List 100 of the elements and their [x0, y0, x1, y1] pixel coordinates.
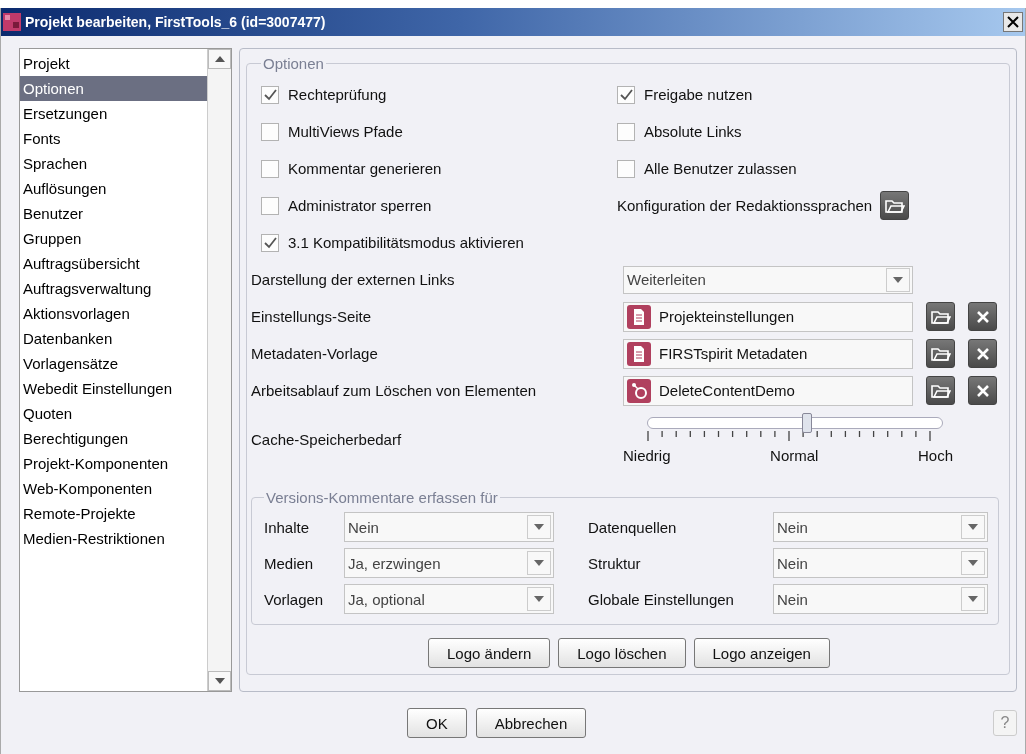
field-label: Medien: [264, 554, 315, 572]
reference-field[interactable]: DeleteContentDemo: [623, 375, 913, 406]
checkbox[interactable]: [261, 233, 279, 252]
sidebar-item[interactable]: Optionen: [20, 76, 207, 101]
checkbox-option[interactable]: Rechteprüfung: [261, 76, 617, 113]
sidebar-item[interactable]: Gruppen: [20, 226, 207, 251]
checkbox-label: Administrator sperren: [288, 197, 432, 214]
checkbox-label: Freigabe nutzen: [644, 86, 753, 103]
workflow-icon: [627, 378, 651, 403]
open-button[interactable]: [926, 302, 955, 331]
dropdown[interactable]: Nein: [773, 512, 988, 542]
scroll-up-button[interactable]: [208, 49, 231, 69]
down-arrow-icon: [214, 678, 225, 684]
sidebar-item[interactable]: Quoten: [20, 401, 207, 426]
sidebar-item[interactable]: Auftragsverwaltung: [20, 276, 207, 301]
sidebar-item[interactable]: Berechtigungen: [20, 426, 207, 451]
field-label: Struktur: [587, 554, 642, 572]
scroll-down-button[interactable]: [208, 671, 231, 691]
checkbox-label: Rechteprüfung: [288, 86, 387, 103]
reference-field[interactable]: Projekteinstellungen: [623, 301, 913, 332]
slider-thumb[interactable]: [801, 413, 812, 433]
logo-button[interactable]: Logo ändern: [428, 638, 551, 668]
clear-button[interactable]: [968, 302, 997, 331]
tick-label: Normal: [770, 447, 819, 464]
close-icon: [975, 383, 990, 398]
logo-button[interactable]: Logo löschen: [558, 638, 686, 668]
folder-icon: [930, 308, 951, 325]
field-label: Vorlagen: [264, 590, 325, 608]
page-icon: [627, 304, 651, 329]
checkbox[interactable]: [617, 85, 635, 104]
up-arrow-icon: [214, 56, 225, 62]
sidebar-item[interactable]: Aktionsvorlagen: [20, 301, 207, 326]
caret-icon: [893, 276, 903, 283]
reference-value: Projekteinstellungen: [659, 308, 795, 325]
checkbox-label: MultiViews Pfade: [288, 123, 403, 140]
checkbox[interactable]: [261, 159, 279, 178]
checkbox[interactable]: [261, 196, 279, 215]
checkbox-option[interactable]: Alle Benutzer zulassen: [617, 150, 997, 187]
close-icon: [975, 346, 990, 361]
folder-icon: [930, 345, 951, 362]
checkmark-icon: [263, 88, 277, 101]
dialog-button[interactable]: OK: [407, 708, 467, 738]
sidebar-item[interactable]: Projekt-Komponenten: [20, 451, 207, 476]
checkbox-option[interactable]: MultiViews Pfade: [261, 113, 617, 150]
dropdown[interactable]: Nein: [773, 584, 988, 614]
open-button[interactable]: [926, 339, 955, 368]
checkmark-icon: [263, 236, 277, 249]
sidebar-item[interactable]: Ersetzungen: [20, 101, 207, 126]
checkbox-option[interactable]: Absolute Links: [617, 113, 997, 150]
dropdown[interactable]: Ja, optional: [344, 584, 554, 614]
checkbox-option[interactable]: Administrator sperren: [261, 187, 617, 224]
folder-icon: [930, 382, 951, 399]
open-button[interactable]: [926, 376, 955, 405]
dropdown[interactable]: Nein: [773, 548, 988, 578]
checkbox[interactable]: [617, 159, 635, 178]
sidebar-item[interactable]: Medien-Restriktionen: [20, 526, 207, 551]
field-label: Metadaten-Vorlage: [251, 345, 379, 362]
checkbox[interactable]: [261, 122, 279, 141]
dialog-button[interactable]: Abbrechen: [475, 708, 587, 738]
sidebar-item[interactable]: Projekt: [20, 51, 207, 76]
clear-button[interactable]: [968, 339, 997, 368]
open-button[interactable]: [880, 191, 910, 220]
sidebar-item[interactable]: Sprachen: [20, 151, 207, 176]
field-label: Darstellung der externen Links: [251, 271, 456, 288]
group-title: Optionen: [262, 55, 325, 72]
sidebar-item[interactable]: Fonts: [20, 126, 207, 151]
checkbox[interactable]: [261, 85, 279, 104]
checkbox-option[interactable]: 3.1 Kompatibilitätsmodus aktivieren: [261, 224, 617, 261]
field-label: Datenquellen: [587, 518, 678, 536]
dropdown[interactable]: Nein: [344, 512, 554, 542]
caret-icon: [534, 596, 544, 602]
scrollbar[interactable]: [207, 49, 231, 691]
checkbox-option[interactable]: Kommentar generieren: [261, 150, 617, 187]
field-label: Einstellungs-Seite: [251, 308, 373, 325]
checkbox-option[interactable]: Freigabe nutzen: [617, 76, 997, 113]
dropdown[interactable]: Weiterleiten: [623, 265, 913, 294]
field-label: Cache-Speicherbedarf: [251, 430, 403, 448]
close-button[interactable]: [1003, 12, 1023, 32]
logo-button[interactable]: Logo anzeigen: [693, 638, 830, 668]
dropdown[interactable]: Ja, erzwingen: [344, 548, 554, 578]
close-icon: [1007, 16, 1019, 28]
reference-field[interactable]: FIRSTspirit Metadaten: [623, 338, 913, 369]
reference-value: FIRSTspirit Metadaten: [659, 345, 808, 362]
sidebar-item[interactable]: Web-Komponenten: [20, 476, 207, 501]
clear-button[interactable]: [968, 376, 997, 405]
tick-label: Niedrig: [623, 447, 671, 464]
sidebar-item[interactable]: Datenbanken: [20, 326, 207, 351]
window-title: Projekt bearbeiten, FirstTools_6 (id=3007477): [25, 14, 327, 30]
sidebar-item[interactable]: Webedit Einstellungen: [20, 376, 207, 401]
field-label: Inhalte: [264, 518, 311, 536]
sidebar-item[interactable]: Remote-Projekte: [20, 501, 207, 526]
checkbox[interactable]: [617, 122, 635, 141]
sidebar-item[interactable]: Vorlagensätze: [20, 351, 207, 376]
checkbox-label: Absolute Links: [644, 123, 742, 140]
app-logo-icon: [3, 13, 21, 31]
checkbox-label: Alle Benutzer zulassen: [644, 160, 797, 177]
sidebar-item[interactable]: Benutzer: [20, 201, 207, 226]
sidebar-item[interactable]: Auftragsübersicht: [20, 251, 207, 276]
caret-icon: [534, 524, 544, 530]
sidebar-item[interactable]: Auflösungen: [20, 176, 207, 201]
